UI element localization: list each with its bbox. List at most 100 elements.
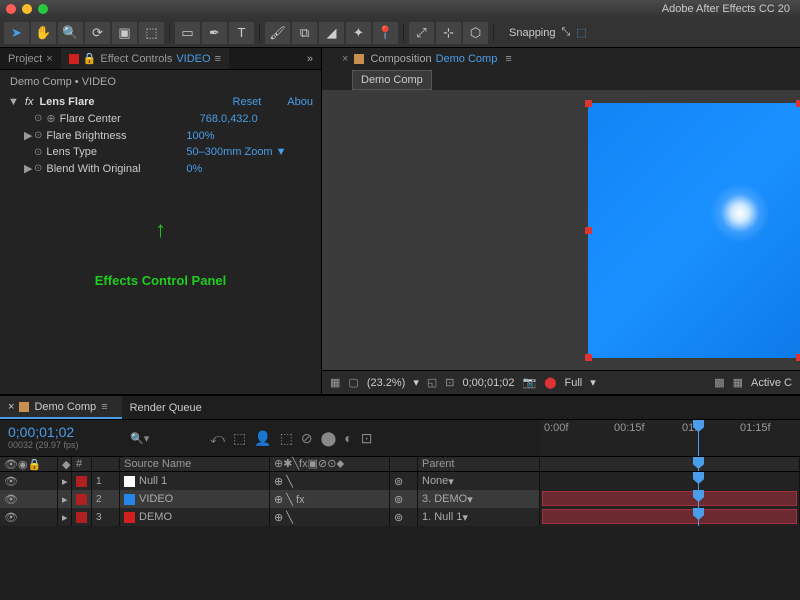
- timeline-layer[interactable]: 👁 ▸ 3 DEMO ⊕ ╲ ⊚ 1. Null 1▾: [0, 508, 800, 526]
- snapshot-icon[interactable]: 📷: [523, 376, 537, 389]
- fx-toggle-icon[interactable]: fx: [25, 96, 34, 108]
- hand-tool[interactable]: ✋: [31, 22, 56, 44]
- breadcrumb-layer[interactable]: VIDEO: [82, 76, 116, 88]
- expand-layer-icon[interactable]: ▸: [62, 511, 68, 524]
- window-zoom[interactable]: [38, 4, 48, 14]
- axis-local-icon[interactable]: ⤢: [409, 22, 434, 44]
- show-channel-icon[interactable]: ⬤: [544, 376, 556, 389]
- window-minimize[interactable]: [22, 4, 32, 14]
- eraser-tool[interactable]: ◢: [319, 22, 344, 44]
- search-icon[interactable]: 🔍▾: [130, 432, 149, 445]
- snapping-bounds-icon[interactable]: ⬚: [576, 26, 586, 39]
- switches[interactable]: ⊕ ╲: [274, 511, 293, 524]
- parent-menu[interactable]: None: [422, 475, 448, 487]
- parent-pickwhip-icon[interactable]: ⊚: [394, 475, 403, 488]
- handle-top-left[interactable]: [585, 100, 592, 107]
- stopwatch-icon[interactable]: ⊙: [34, 113, 42, 124]
- roto-tool[interactable]: ✦: [346, 22, 371, 44]
- lock-icon[interactable]: 🔒: [83, 52, 97, 65]
- region-icon[interactable]: ▦: [733, 376, 743, 389]
- parent-pickwhip-icon[interactable]: ⊚: [394, 493, 403, 506]
- timeline-tab-comp[interactable]: × Demo Comp ≡: [0, 396, 122, 419]
- property-value[interactable]: 768.0,432.0: [200, 113, 258, 125]
- handle-bottom-left[interactable]: [585, 354, 592, 361]
- parent-menu[interactable]: 1. Null 1: [422, 511, 462, 523]
- stopwatch-icon[interactable]: ⊙: [34, 147, 42, 158]
- breadcrumb-comp[interactable]: Demo Comp: [10, 76, 72, 88]
- effect-controls-tab[interactable]: 🔒 Effect Controls VIDEO ≡: [61, 48, 229, 69]
- property-value[interactable]: 0%: [186, 163, 202, 175]
- label-color[interactable]: [76, 476, 87, 487]
- panel-menu-icon[interactable]: ≡: [101, 401, 107, 413]
- canvas[interactable]: [588, 103, 800, 358]
- panel-menu-icon[interactable]: ≡: [215, 53, 221, 65]
- parent-dropdown-icon[interactable]: ▾: [462, 511, 468, 524]
- render-queue-tab[interactable]: Render Queue: [122, 396, 216, 419]
- handle-bottom-right[interactable]: [796, 354, 800, 361]
- handle-mid-left[interactable]: [585, 227, 592, 234]
- effect-controls-item[interactable]: VIDEO: [176, 53, 210, 65]
- property-value[interactable]: 100%: [186, 130, 214, 142]
- motion-blur-icon[interactable]: ⊘: [301, 430, 313, 447]
- layer-name[interactable]: Null 1: [139, 475, 167, 487]
- expand-layer-icon[interactable]: ▸: [62, 493, 68, 506]
- viewer-timecode[interactable]: 0;00;01;02: [463, 377, 515, 389]
- layer-timebar[interactable]: [542, 491, 797, 506]
- zoom-level[interactable]: (23.2%): [367, 377, 406, 389]
- switches[interactable]: ⊕ ╲: [274, 475, 293, 488]
- frame-blend-icon[interactable]: ⬚: [280, 430, 293, 447]
- nested-comp-tab[interactable]: Demo Comp: [352, 70, 432, 90]
- puppet-tool[interactable]: 📍: [373, 22, 398, 44]
- visibility-toggle[interactable]: 👁: [4, 475, 18, 488]
- brush-tool[interactable]: 🖌: [265, 22, 290, 44]
- pan-behind-tool[interactable]: ⬚: [139, 22, 164, 44]
- view-menu[interactable]: Active C: [751, 377, 792, 389]
- crosshair-icon[interactable]: ⊕: [46, 112, 55, 125]
- camera-tool[interactable]: ▣: [112, 22, 137, 44]
- toggle-colormgmt-icon[interactable]: ▢: [348, 376, 358, 389]
- expand-layer-icon[interactable]: ▸: [62, 475, 68, 488]
- property-expand-icon[interactable]: ▶: [24, 129, 34, 142]
- playhead[interactable]: [698, 420, 699, 456]
- label-color[interactable]: [76, 512, 87, 523]
- visibility-toggle[interactable]: 👁: [4, 511, 18, 524]
- pen-tool[interactable]: ✒: [202, 22, 227, 44]
- snapping-toggle-icon[interactable]: ⤡: [562, 26, 571, 39]
- resolution-icon[interactable]: ◱: [427, 376, 437, 389]
- auto-keyframe-icon[interactable]: ⊡: [361, 430, 373, 447]
- type-tool[interactable]: T: [229, 22, 254, 44]
- resolution-dropdown-icon[interactable]: ▾: [590, 376, 596, 389]
- playhead-line[interactable]: [698, 457, 699, 471]
- shy-icon[interactable]: 👤: [254, 430, 271, 447]
- draft3d-icon[interactable]: ⬚: [233, 430, 246, 447]
- handle-top-right[interactable]: [796, 100, 800, 107]
- overflow-icon[interactable]: »: [299, 53, 321, 65]
- parent-menu[interactable]: 3. DEMO: [422, 493, 467, 505]
- stopwatch-icon[interactable]: ⊙: [34, 163, 42, 174]
- parent-dropdown-icon[interactable]: ▾: [467, 493, 473, 506]
- rectangle-tool[interactable]: ▭: [175, 22, 200, 44]
- property-expand-icon[interactable]: ▶: [24, 162, 34, 175]
- axis-world-icon[interactable]: ⊹: [436, 22, 461, 44]
- composition-item[interactable]: Demo Comp: [436, 53, 498, 65]
- resolution-menu[interactable]: Full: [565, 377, 583, 389]
- zoom-dropdown-icon[interactable]: ▾: [413, 376, 419, 389]
- close-icon[interactable]: ×: [342, 53, 348, 65]
- parent-pickwhip-icon[interactable]: ⊚: [394, 511, 403, 524]
- visibility-toggle[interactable]: 👁: [4, 493, 18, 506]
- rotation-tool[interactable]: ⟳: [85, 22, 110, 44]
- axis-view-icon[interactable]: ⬡: [463, 22, 488, 44]
- clone-tool[interactable]: ⧉: [292, 22, 317, 44]
- layer-name[interactable]: DEMO: [139, 511, 172, 523]
- timeline-layer[interactable]: 👁 ▸ 1 Null 1 ⊕ ╲ ⊚ None▾: [0, 472, 800, 490]
- graph-editor-icon[interactable]: ⬤: [321, 430, 337, 447]
- close-icon[interactable]: ×: [8, 401, 14, 413]
- toggle-alpha-icon[interactable]: ▦: [330, 376, 340, 389]
- zoom-tool[interactable]: 🔍: [58, 22, 83, 44]
- stopwatch-icon[interactable]: ⊙: [34, 130, 42, 141]
- brainstorm-icon[interactable]: ◐: [344, 430, 352, 446]
- composition-viewer[interactable]: [322, 90, 800, 370]
- reset-button[interactable]: Reset: [233, 96, 262, 108]
- effect-name[interactable]: Lens Flare: [39, 96, 94, 108]
- comp-flowchart-icon[interactable]: ⤺: [210, 430, 225, 447]
